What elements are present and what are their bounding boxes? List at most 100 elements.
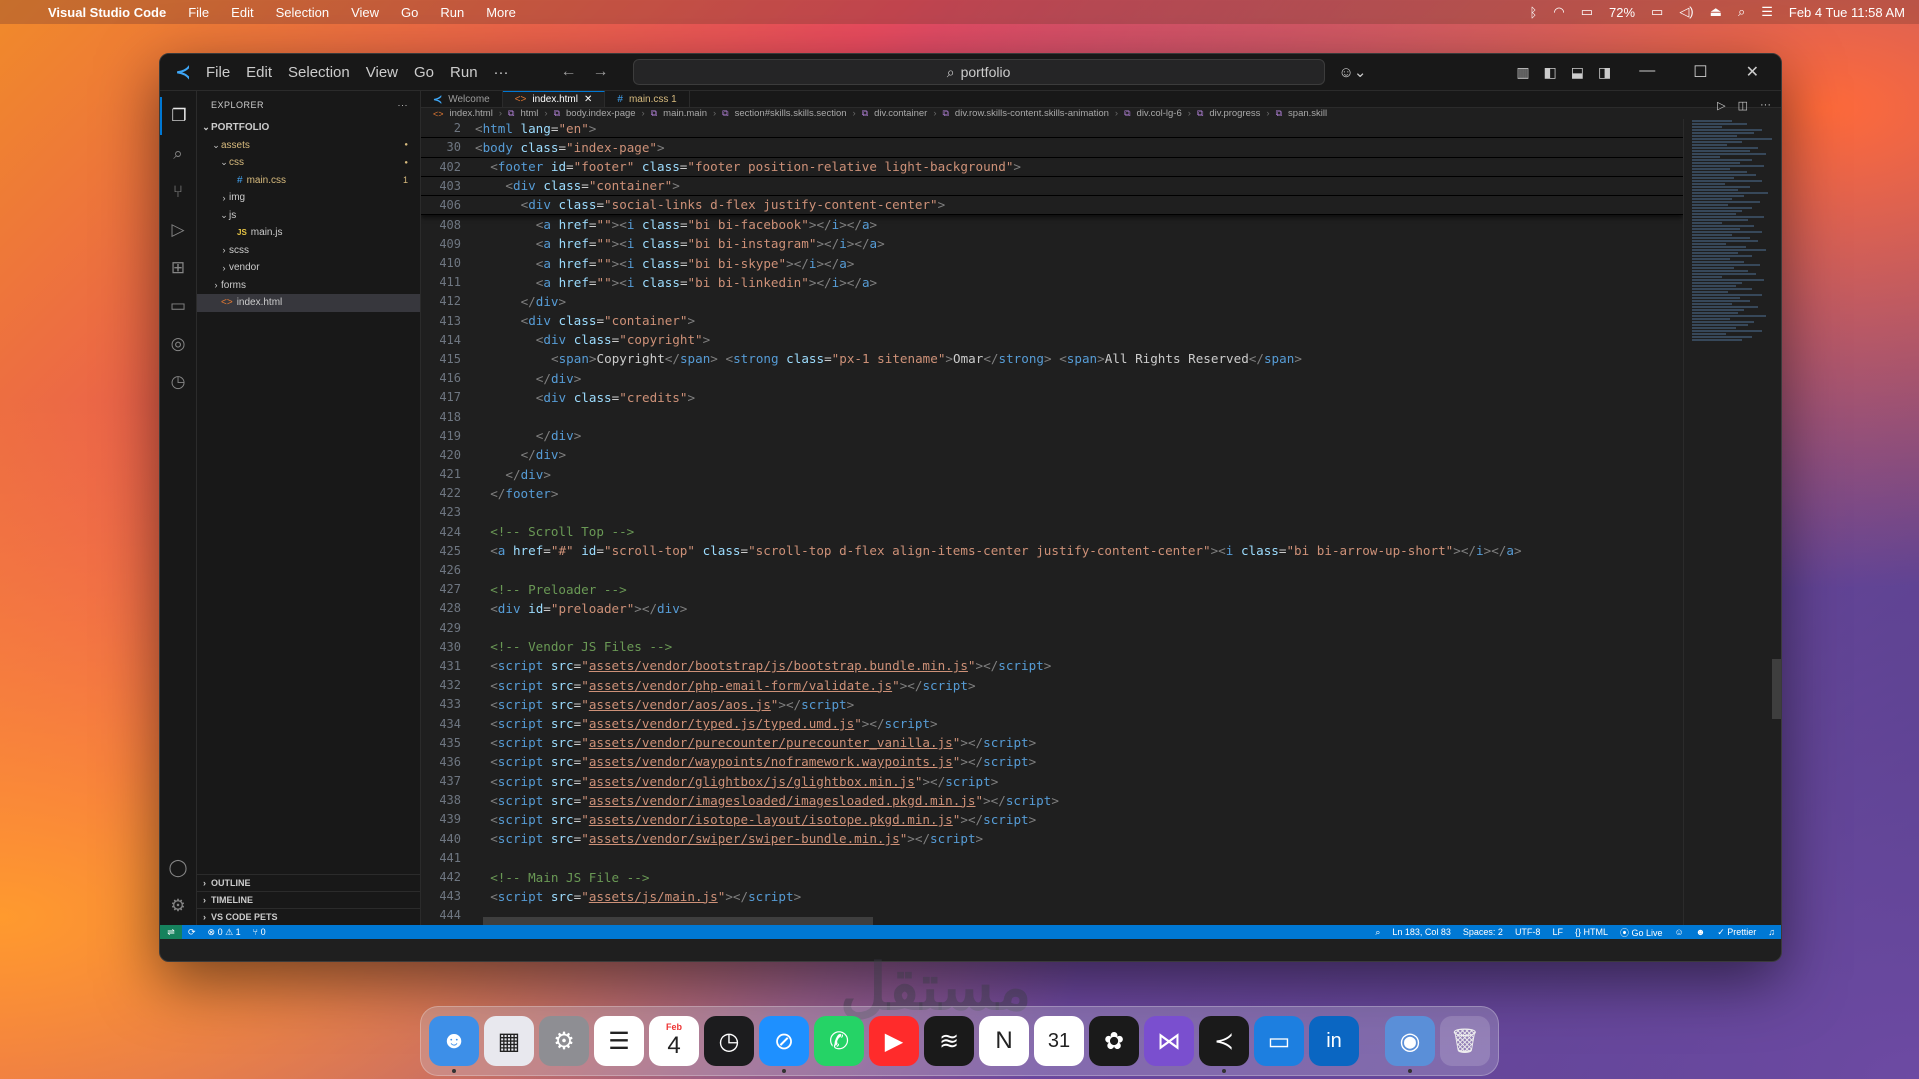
code-line[interactable]: 411 <a href=""><i class="bi bi-linkedin">… — [421, 273, 1683, 292]
code-line[interactable]: 423 — [421, 503, 1683, 522]
sticky-scroll-line[interactable]: 2 <html lang="en"> — [421, 119, 1683, 139]
toggle-panel-icon[interactable]: ⬓ — [1571, 64, 1584, 81]
code-line[interactable]: 422 </footer> — [421, 484, 1683, 503]
customize-layout-icon[interactable]: ▥ — [1516, 64, 1529, 81]
more-actions-icon[interactable]: ··· — [398, 100, 409, 110]
vertical-scrollbar[interactable] — [1772, 119, 1781, 925]
menubar-edit[interactable]: Edit — [231, 5, 253, 20]
title-menu-go[interactable]: Go — [414, 64, 434, 81]
prettier-status[interactable]: ✓ Prettier — [1711, 926, 1762, 939]
remote-desktop-icon[interactable]: ▭ — [1254, 1016, 1304, 1066]
explorer-icon[interactable]: ❐ — [160, 97, 197, 135]
encoding[interactable]: UTF-8 — [1509, 926, 1547, 939]
code-line[interactable]: 417 <div class="credits"> — [421, 388, 1683, 407]
end-of-line[interactable]: LF — [1546, 926, 1569, 939]
toggle-primary-sidebar-icon[interactable]: ◧ — [1544, 64, 1557, 81]
wifi-icon[interactable]: ◠ — [1553, 4, 1564, 20]
breadcrumb-item[interactable]: div.row.skills-content.skills-animation — [955, 108, 1109, 119]
menubar-go[interactable]: Go — [401, 5, 418, 20]
code-line[interactable]: 431 <script src="assets/vendor/bootstrap/… — [421, 656, 1683, 675]
code-line[interactable]: 442 <!-- Main JS File --> — [421, 867, 1683, 886]
code-line[interactable]: 440 <script src="assets/vendor/swiper/swi… — [421, 829, 1683, 848]
menubar-clock[interactable]: Feb 4 Tue 11:58 AM — [1789, 5, 1905, 20]
code-line[interactable]: 416 </div> — [421, 369, 1683, 388]
sync-icon[interactable]: ⟳ — [182, 927, 202, 938]
breadcrumb-item[interactable]: body.index-page — [566, 108, 636, 119]
horizontal-scrollbar[interactable] — [483, 917, 873, 925]
code-line[interactable]: 430 <!-- Vendor JS Files --> — [421, 637, 1683, 656]
tab-main-css[interactable]: # main.css 1 — [605, 91, 690, 108]
code-line[interactable]: 439 <script src="assets/vendor/isotope-la… — [421, 810, 1683, 829]
tree-item[interactable]: JS main.js — [197, 224, 420, 242]
code-line[interactable]: 438 <script src="assets/vendor/imagesload… — [421, 791, 1683, 810]
title-menu-edit[interactable]: Edit — [246, 64, 272, 81]
code-line[interactable]: 410 <a href=""><i class="bi bi-skype"></i… — [421, 253, 1683, 272]
vscode-icon[interactable]: ≺ — [1199, 1016, 1249, 1073]
tree-item[interactable]: › scss — [197, 242, 420, 260]
tree-item[interactable]: › forms — [197, 277, 420, 295]
remote-indicator-icon[interactable]: ⇌ — [160, 925, 182, 939]
code-line[interactable]: 412 </div> — [421, 292, 1683, 311]
reminders-icon[interactable]: ☰ — [594, 1016, 644, 1066]
code-line[interactable]: 408 <a href=""><i class="bi bi-facebook">… — [421, 215, 1683, 234]
breadcrumb-item[interactable]: main.main — [663, 108, 707, 119]
vscode-pets-section[interactable]: › VS CODE PETS — [197, 908, 420, 925]
tree-item[interactable]: ⌄ assets ● — [197, 137, 420, 155]
split-editor-icon[interactable]: ◫ — [1738, 99, 1748, 112]
close-window-icon[interactable]: ✕ — [1746, 62, 1759, 82]
tab-index-html[interactable]: <> index.html ✕ — [502, 91, 606, 108]
tree-item[interactable]: ⌄ css ● — [197, 154, 420, 172]
tab-welcome[interactable]: ≺ Welcome — [421, 91, 503, 108]
whatsapp-icon[interactable]: ✆ — [814, 1016, 864, 1066]
launchpad-icon[interactable]: ▦ — [484, 1016, 534, 1066]
code-line[interactable]: 420 </div> — [421, 445, 1683, 464]
safari-icon[interactable]: ⊘ — [759, 1016, 809, 1073]
title-menu-selection[interactable]: Selection — [288, 64, 350, 81]
battery-icon[interactable]: ▭ — [1651, 4, 1663, 20]
ports-indicator[interactable]: ⑂ 0 — [247, 927, 272, 937]
breadcrumb-item[interactable]: div.col-lg-6 — [1137, 108, 1182, 119]
code-line[interactable]: 421 </div> — [421, 465, 1683, 484]
menubar-run[interactable]: Run — [440, 5, 464, 20]
finder-icon[interactable]: ☻ — [429, 1016, 479, 1073]
bluetooth-icon[interactable]: ᛒ — [1530, 5, 1538, 20]
search-view-icon[interactable]: ⌕ — [160, 135, 197, 173]
maximize-icon[interactable]: ☐ — [1693, 62, 1707, 82]
tree-item[interactable]: ⌄ js — [197, 207, 420, 225]
minimap[interactable] — [1683, 119, 1781, 925]
code-line[interactable]: 433 <script src="assets/vendor/aos/aos.js… — [421, 695, 1683, 714]
sticky-scroll-line[interactable]: 30 <body class="index-page"> — [421, 138, 1683, 158]
scrollbar-thumb[interactable] — [1772, 659, 1781, 720]
code-line[interactable]: 432 <script src="assets/vendor/php-email-… — [421, 676, 1683, 695]
code-line[interactable]: 441 — [421, 848, 1683, 867]
code-line[interactable]: 424 <!-- Scroll Top --> — [421, 522, 1683, 541]
code-line[interactable]: 418 — [421, 407, 1683, 426]
sticky-scroll-line[interactable]: 402 <footer id="footer" class="footer pos… — [421, 157, 1683, 177]
volume-icon[interactable]: ◁) — [1679, 4, 1693, 20]
extensions-icon[interactable]: ⊞ — [160, 249, 197, 287]
minimize-icon[interactable]: — — [1639, 62, 1655, 82]
outline-section[interactable]: › OUTLINE — [197, 874, 420, 891]
title-menu-view[interactable]: View — [366, 64, 398, 81]
remote-explorer-icon[interactable]: ▭ — [160, 287, 197, 325]
code-line[interactable]: 437 <script src="assets/vendor/glightbox/… — [421, 772, 1683, 791]
go-live-button[interactable]: ⦿ Go Live — [1614, 926, 1669, 939]
workspace-root[interactable]: ⌄ PORTFOLIO — [197, 119, 420, 137]
breadcrumb-item[interactable]: section#skills.skills.section — [735, 108, 847, 119]
source-control-icon[interactable]: ⑂ — [160, 173, 197, 211]
battery-percent[interactable]: 72% — [1609, 5, 1635, 20]
run-debug-icon[interactable]: ▷ — [160, 211, 197, 249]
code-line[interactable]: 413 <div class="container"> — [421, 311, 1683, 330]
menubar-view[interactable]: View — [351, 5, 379, 20]
back-arrow-icon[interactable]: ← — [561, 63, 577, 81]
zoom-icon[interactable]: ⌕ — [1369, 926, 1386, 939]
editor-more-icon[interactable]: ··· — [1760, 99, 1771, 112]
code-line[interactable]: 419 </div> — [421, 426, 1683, 445]
copilot-status-icon[interactable]: ☺ — [1669, 926, 1690, 939]
code-editor[interactable]: 2 <html lang="en"> 30 <body class="index-pa… — [421, 119, 1683, 925]
google-calendar-icon[interactable]: 31 — [1034, 1016, 1084, 1066]
calendar-icon[interactable]: Feb 4 — [649, 1016, 699, 1066]
forward-arrow-icon[interactable]: → — [593, 63, 609, 81]
trash-icon[interactable]: 🗑 — [1440, 1016, 1490, 1066]
spotlight-icon[interactable]: ⌕ — [1738, 4, 1745, 20]
